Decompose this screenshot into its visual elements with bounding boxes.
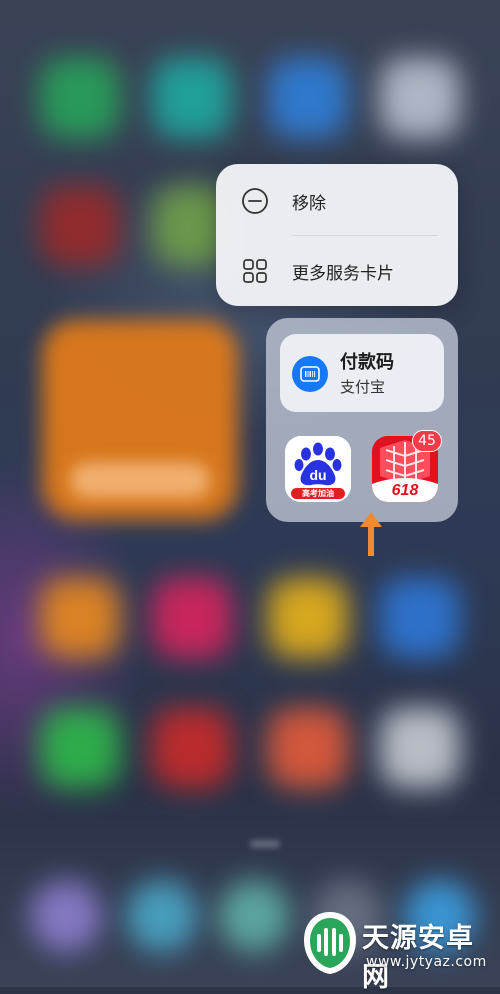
blurred-app-icon xyxy=(152,578,232,658)
blurred-app-icon xyxy=(40,708,120,788)
blurred-dock-icon xyxy=(126,880,198,952)
card-title: 付款码 xyxy=(340,352,394,373)
blurred-app-icon xyxy=(152,58,232,138)
app-caption: 高考加油 xyxy=(302,489,334,498)
blurred-app-icon xyxy=(40,186,120,266)
minus-circle-icon xyxy=(242,188,268,214)
blurred-widget-bar xyxy=(70,462,210,498)
blurred-app-icon xyxy=(268,708,348,788)
blurred-app-icon xyxy=(380,578,460,658)
blurred-app-icon xyxy=(268,578,348,658)
watermark-url: www.jytyaz.com xyxy=(366,954,487,970)
blurred-app-icon xyxy=(268,58,348,138)
menu-item-more-service-cards[interactable]: 更多服务卡片 xyxy=(216,236,458,306)
svg-text:du: du xyxy=(309,467,326,483)
app-caption: 618 xyxy=(391,482,419,499)
baidu-app-icon[interactable]: du 高考加油 xyxy=(285,436,351,502)
payment-code-card[interactable]: 付款码 支付宝 xyxy=(280,334,444,412)
watermark: 天源安卓网 www.jytyaz.com xyxy=(300,908,500,993)
blurred-dock-icon xyxy=(218,880,290,952)
blurred-app-icon xyxy=(152,708,232,788)
barcode-icon xyxy=(292,356,328,392)
blurred-dock-icon xyxy=(30,880,102,952)
blurred-app-icon xyxy=(40,578,120,658)
blurred-app-icon xyxy=(380,708,460,788)
menu-item-label: 更多服务卡片 xyxy=(292,263,394,284)
menu-item-label: 移除 xyxy=(292,193,326,214)
context-menu: 移除 更多服务卡片 xyxy=(216,164,458,306)
orange-arrow-up-icon xyxy=(360,512,382,556)
grid-icon xyxy=(243,259,267,283)
blurred-app-icon xyxy=(40,58,120,138)
notification-badge: 45 xyxy=(412,430,442,452)
card-subtitle: 支付宝 xyxy=(340,378,386,396)
watermark-logo-icon xyxy=(304,912,356,974)
menu-item-remove[interactable]: 移除 xyxy=(216,166,458,236)
page-indicator xyxy=(250,840,280,848)
blurred-app-icon xyxy=(380,58,460,138)
